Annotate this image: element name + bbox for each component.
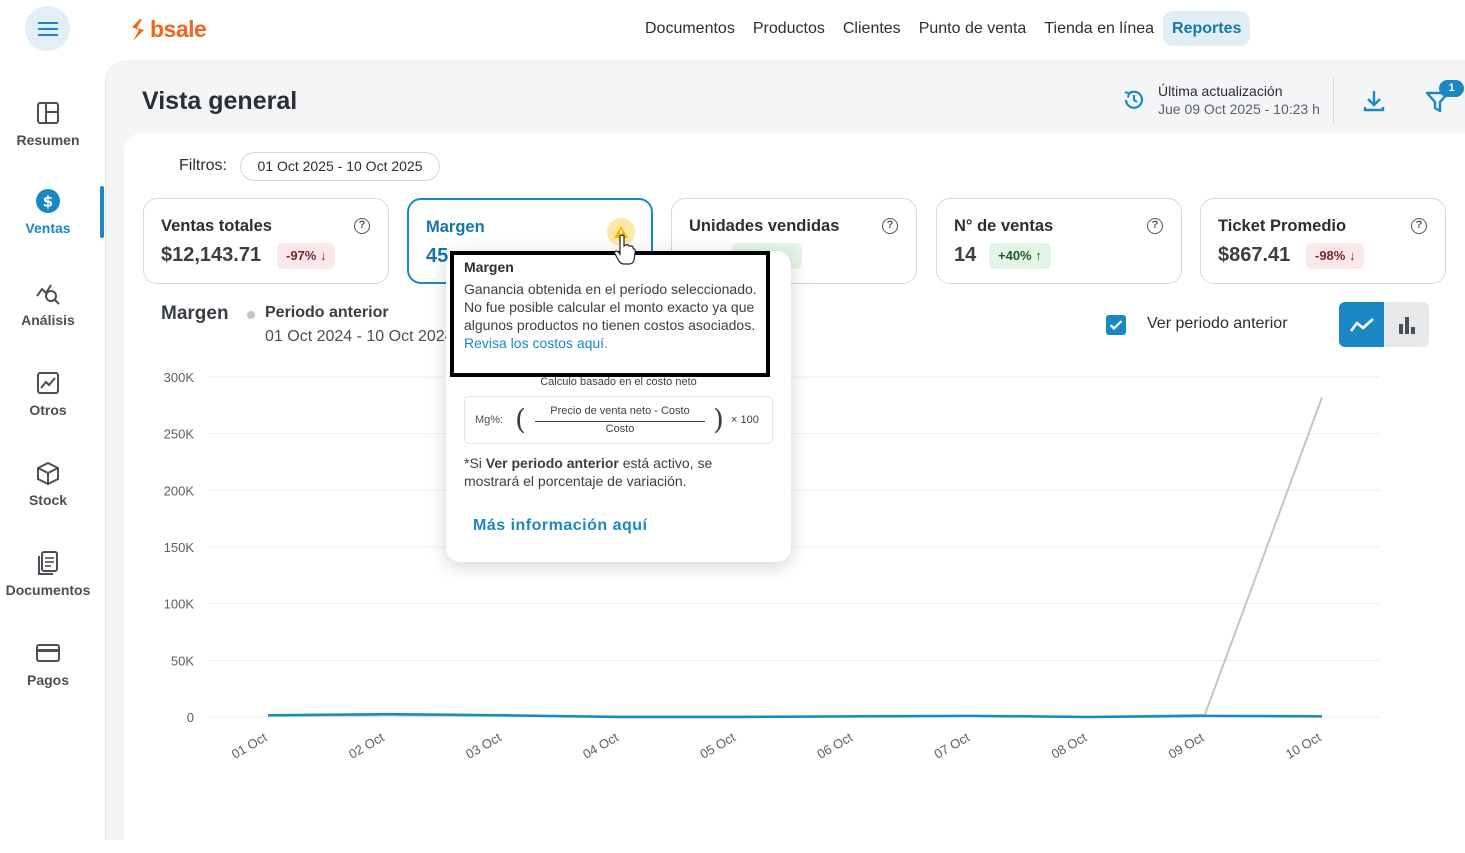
ver-periodo-anterior-checkbox[interactable] — [1106, 315, 1126, 335]
nav-punto-de-venta[interactable]: Punto de venta — [910, 11, 1036, 46]
fraction-line — [535, 421, 705, 422]
last-update-value: Jue 09 Oct 2025 - 10:23 h — [1158, 101, 1320, 117]
help-icon[interactable]: ? — [354, 218, 370, 234]
line-chart-icon — [1349, 317, 1374, 332]
line-chart-button[interactable] — [1339, 302, 1384, 347]
sidebar-item-documentos[interactable]: Documentos — [0, 550, 96, 598]
sidebar-item-label: Análisis — [21, 312, 75, 328]
kpi-title: Unidades vendidas — [689, 217, 840, 235]
download-icon[interactable] — [1361, 88, 1387, 114]
formula-label: Mg%: — [475, 414, 504, 426]
kpi-title: Ticket Promedio — [1218, 217, 1347, 235]
dollar-icon: $ — [36, 189, 60, 213]
help-icon[interactable]: ? — [882, 218, 898, 234]
arrow-up-icon: ↑ — [1035, 248, 1042, 263]
sidebar-item-label: Documentos — [5, 582, 91, 598]
sidebar-item-label: Resumen — [16, 132, 80, 148]
filter-count-badge: 1 — [1439, 80, 1464, 97]
open-paren: ( — [515, 403, 526, 436]
kpi-value: $867.41 — [1218, 244, 1291, 266]
sidebar-item-stock[interactable]: Stock — [0, 460, 96, 508]
check-icon — [1109, 320, 1123, 331]
svg-text:$: $ — [43, 193, 53, 211]
kpi-title: N° de ventas — [954, 217, 1054, 235]
sidebar-item-resumen[interactable]: Resumen — [0, 100, 96, 148]
revisa-costos-link[interactable]: Revisa los costos aquí. — [464, 335, 608, 351]
kpi-title: Margen — [426, 218, 485, 236]
previous-period-range: 01 Oct 2024 - 10 Oct 2024 — [265, 328, 454, 345]
arrow-down-icon: ↓ — [319, 248, 327, 263]
report-content: Filtros: 01 Oct 2025 - 10 Oct 2025 Venta… — [124, 133, 1465, 853]
nav-clientes[interactable]: Clientes — [834, 11, 910, 46]
sidebar-item-label: Ventas — [25, 220, 71, 236]
sidebar-item-label: Otros — [29, 402, 67, 418]
document-icon — [38, 551, 58, 575]
close-paren: ) — [713, 403, 724, 436]
chart-title: Margen — [161, 303, 229, 324]
kpi-value: 45 — [426, 245, 449, 267]
ver-periodo-anterior-label[interactable]: Ver periodo anterior — [1147, 315, 1288, 333]
kpi-card-n-de-ventas[interactable]: N° de ventas ? 14 +40% ↑ — [936, 198, 1182, 284]
formula-multiplier: × 100 — [731, 414, 759, 426]
history-icon — [1124, 90, 1144, 109]
mas-informacion-link[interactable]: Más información aquí — [473, 517, 647, 535]
sidebar-item-pagos[interactable]: Pagos — [0, 640, 96, 688]
analysis-icon — [36, 284, 60, 305]
nav-documentos[interactable]: Documentos — [636, 11, 744, 46]
page-title: Vista general — [142, 87, 298, 115]
date-range-chip[interactable]: 01 Oct 2025 - 10 Oct 2025 — [240, 152, 440, 181]
previous-period-dot — [247, 311, 255, 319]
previous-period-label: Periodo anterior — [265, 304, 389, 321]
sidebar-item-label: Stock — [28, 492, 68, 508]
chart-type-toggle — [1339, 302, 1429, 347]
tooltip-title: Margen — [464, 259, 514, 275]
help-icon[interactable]: ? — [1147, 218, 1163, 234]
last-update-label: Última actualización — [1158, 83, 1283, 99]
trend-icon — [37, 372, 59, 394]
sidebar-item-ventas[interactable]: $ Ventas — [0, 188, 96, 236]
kpi-variation-badge: +40% ↑ — [989, 243, 1051, 269]
top-bar: bsale Documentos Productos Clientes Punt… — [0, 0, 1465, 60]
card-icon — [36, 644, 60, 662]
kpi-title: Ventas totales — [161, 217, 272, 235]
last-update: Última actualización Jue 09 Oct 2025 - 1… — [1122, 83, 1320, 117]
kpi-variation-badge: -98% ↓ — [1306, 243, 1365, 269]
hand-pointer-icon — [614, 234, 636, 265]
sidebar-item-otros[interactable]: Otros — [0, 370, 96, 418]
nav-tienda-en-linea[interactable]: Tienda en línea — [1035, 11, 1163, 46]
bsale-logo-icon — [132, 18, 144, 41]
arrow-down-icon: ↓ — [1348, 248, 1356, 263]
menu-button[interactable] — [25, 6, 70, 51]
margen-info-tooltip: Margen Ganancia obtenida en el período s… — [446, 251, 791, 562]
top-navigation: Documentos Productos Clientes Punto de v… — [636, 11, 1251, 46]
brand-name: bsale — [150, 16, 207, 42]
kpi-variation-badge: -97% ↓ — [277, 243, 336, 269]
sidebar: Resumen $ Ventas Análisis Otros Stock Do… — [0, 60, 96, 829]
hamburger-icon — [37, 21, 58, 36]
tooltip-note: *Si Ver periodo anterior está activo, se… — [464, 455, 713, 489]
help-icon[interactable]: ? — [1411, 218, 1427, 234]
box-icon — [37, 461, 59, 486]
sidebar-item-analisis[interactable]: Análisis — [0, 280, 96, 328]
bar-chart-icon — [1398, 316, 1415, 334]
nav-reportes[interactable]: Reportes — [1163, 11, 1251, 46]
sidebar-item-label: Pagos — [26, 672, 69, 688]
kpi-value: $12,143.71 — [161, 244, 262, 266]
layout-icon — [37, 102, 59, 124]
bar-chart-button[interactable] — [1384, 302, 1429, 347]
kpi-value: 14 — [954, 244, 977, 266]
header-divider — [1333, 78, 1334, 124]
margin-formula: Mg%: ( Precio de venta neto - Costo Cost… — [464, 396, 773, 444]
formula-numerator: Precio de venta neto - Costo — [550, 405, 690, 417]
tooltip-description: Ganancia obtenida en el período seleccio… — [464, 281, 757, 351]
kpi-card-ventas-totales[interactable]: Ventas totales ? $12,143.71 -97% ↓ — [143, 198, 389, 284]
kpi-card-ticket-promedio[interactable]: Ticket Promedio ? $867.41 -98% ↓ — [1200, 198, 1446, 284]
formula-denominator: Costo — [605, 423, 635, 435]
tooltip-formula-caption: Calculo basado en el costo neto — [540, 376, 697, 388]
nav-productos[interactable]: Productos — [744, 11, 834, 46]
filters-label: Filtros: — [179, 157, 227, 174]
sidebar-active-indicator — [100, 186, 104, 238]
brand-logo[interactable]: bsale — [130, 16, 207, 43]
